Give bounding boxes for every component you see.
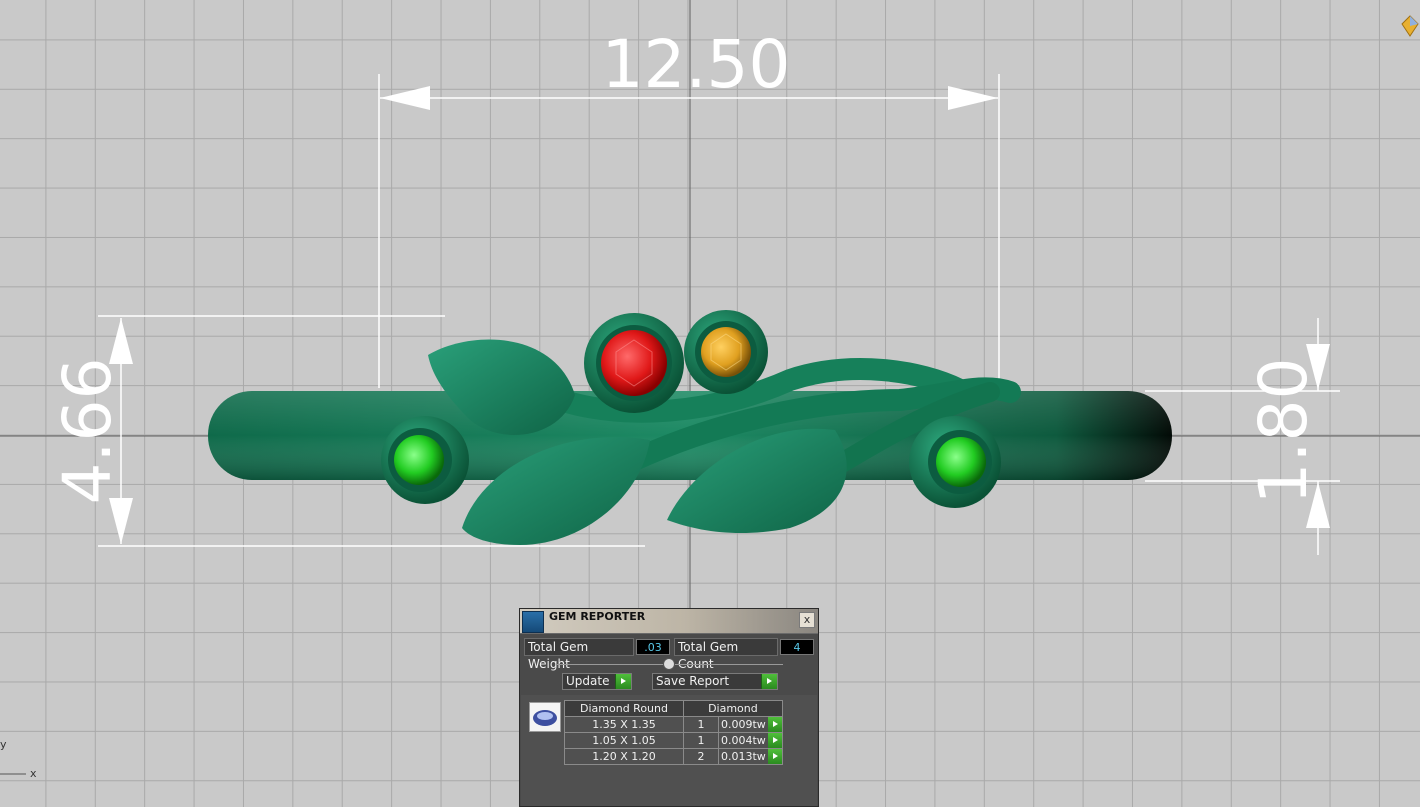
play-arrow-icon xyxy=(615,674,631,689)
table-row: 1.05 X 1.05 1 0.004tw xyxy=(564,732,783,749)
gem-size: 1.05 X 1.05 xyxy=(564,732,684,749)
gem-weight: 0.009tw xyxy=(721,718,766,731)
select-arrow-icon[interactable] xyxy=(767,717,782,732)
view-cube-icon[interactable] xyxy=(1400,14,1420,38)
table-row: 1.35 X 1.35 1 0.009tw xyxy=(564,716,783,733)
update-button-label: Update xyxy=(566,674,610,688)
gem-weight-cell: 0.013tw xyxy=(718,748,783,765)
select-arrow-icon[interactable] xyxy=(767,733,782,748)
emerald-gem-left xyxy=(394,435,444,485)
gem-reporter-titlebar[interactable]: GEM REPORTER x xyxy=(520,609,818,634)
gem-table: Diamond Round Diamond 1.35 X 1.35 1 0.00… xyxy=(564,700,783,765)
gem-weight: 0.004tw xyxy=(721,734,766,747)
table-header-row: Diamond Round Diamond xyxy=(564,700,783,717)
column-header-shape: Diamond Round xyxy=(564,700,684,717)
thickness-dimension-label: 1.80 xyxy=(1245,358,1322,505)
3d-viewport[interactable]: 12.50 4.66 1.80 y x GEM REPORTER x Total… xyxy=(0,0,1420,807)
save-report-button-label: Save Report xyxy=(656,674,730,688)
gem-weight: 0.013tw xyxy=(721,750,766,763)
gem-count: 2 xyxy=(683,748,719,765)
diamond-round-icon xyxy=(529,702,561,732)
gem-reporter-app-icon xyxy=(522,611,544,633)
axis-y-label: y xyxy=(0,738,7,751)
table-row: 1.20 X 1.20 2 0.013tw xyxy=(564,748,783,765)
total-gem-count-value: 4 xyxy=(780,639,814,655)
close-button[interactable]: x xyxy=(799,612,815,628)
gem-weight-cell: 0.004tw xyxy=(718,732,783,749)
ring-model xyxy=(208,310,1172,545)
total-gem-weight-label: Total Gem Weight xyxy=(524,638,634,671)
gem-count: 1 xyxy=(683,732,719,749)
gem-weight-cell: 0.009tw xyxy=(718,716,783,733)
total-gem-count-label: Total Gem Count xyxy=(674,638,778,671)
emerald-gem-right xyxy=(936,437,986,487)
gem-size: 1.35 X 1.35 xyxy=(564,716,684,733)
collapse-toggle[interactable] xyxy=(663,658,675,670)
select-arrow-icon[interactable] xyxy=(767,749,782,764)
total-gem-weight-value: .03 xyxy=(636,639,670,655)
save-report-button[interactable]: Save Report xyxy=(652,673,778,690)
update-button[interactable]: Update xyxy=(562,673,632,690)
column-header-material: Diamond xyxy=(683,700,783,717)
gem-count: 1 xyxy=(683,716,719,733)
axis-x-label: x xyxy=(30,767,37,780)
width-dimension-label: 12.50 xyxy=(602,26,791,103)
gem-reporter-panel: GEM REPORTER x Total Gem Weight .03 Tota… xyxy=(519,608,819,807)
height-dimension-label: 4.66 xyxy=(49,358,126,505)
play-arrow-icon xyxy=(761,674,777,689)
gem-reporter-title: GEM REPORTER xyxy=(549,610,646,623)
gem-size: 1.20 X 1.20 xyxy=(564,748,684,765)
